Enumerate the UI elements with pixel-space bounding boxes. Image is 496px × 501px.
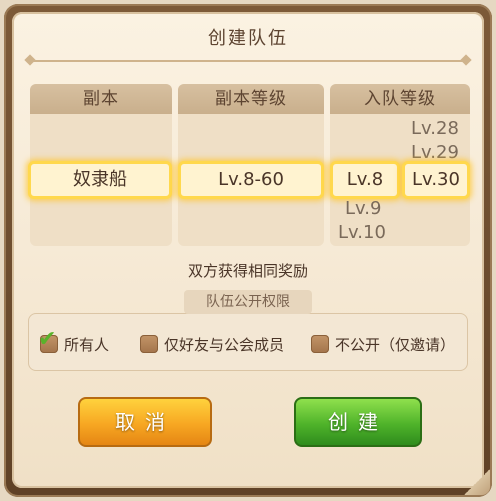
permission-option-label: 所有人 — [64, 335, 110, 354]
cancel-button[interactable]: 取消 — [78, 397, 212, 447]
dungeon-level-column-header: 副本等级 — [178, 84, 324, 114]
min-level-picker-selected[interactable]: Lv.8 — [330, 161, 400, 199]
dungeon-picker-selected[interactable]: 奴隶船 — [28, 161, 172, 199]
permission-option-everyone[interactable]: ✔ 所有人 — [38, 329, 110, 355]
checkbox[interactable] — [140, 335, 158, 353]
dungeon-column-header: 副本 — [30, 84, 172, 114]
min-level-option[interactable]: Lv.9 — [345, 198, 381, 219]
reward-notice: 双方获得相同奖励 — [187, 262, 308, 280]
min-level-option[interactable]: Lv.10 — [338, 222, 386, 243]
check-icon: ✔ — [38, 327, 57, 352]
max-level-option[interactable]: Lv.28 — [411, 118, 459, 139]
permission-option-friends-guild[interactable]: 仅好友与公会成员 — [140, 333, 284, 355]
max-level-option[interactable]: Lv.29 — [411, 142, 459, 163]
checkbox[interactable]: ✔ — [38, 329, 58, 353]
checkbox[interactable] — [311, 335, 329, 353]
create-button[interactable]: 创建 — [294, 397, 422, 447]
permission-section-header: 队伍公开权限 — [184, 290, 312, 314]
join-level-column-header: 入队等级 — [330, 84, 470, 114]
title-divider — [30, 60, 466, 62]
page-curl-decoration — [464, 469, 490, 495]
dungeon-level-picker-selected[interactable]: Lv.8-60 — [178, 161, 324, 199]
max-level-picker-selected[interactable]: Lv.30 — [402, 161, 470, 199]
permission-option-label: 不公开（仅邀请） — [335, 335, 456, 354]
permission-option-private[interactable]: 不公开（仅邀请） — [311, 333, 455, 355]
permission-option-label: 仅好友与公会成员 — [164, 335, 285, 354]
dialog-title: 创建队伍 — [208, 28, 288, 49]
